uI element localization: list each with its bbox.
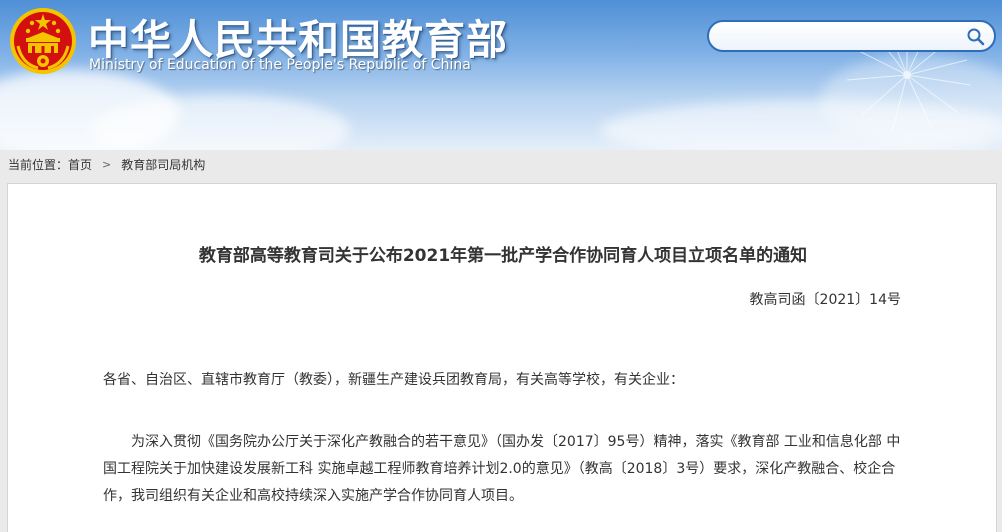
breadcrumb: 当前位置： 首页 > 教育部司局机构 (8, 155, 205, 173)
breadcrumb-separator: > (102, 157, 112, 171)
search-input[interactable] (721, 27, 961, 47)
national-emblem-icon (10, 8, 76, 74)
site-header: 中华人民共和国教育部 Ministry of Education of the … (0, 0, 1002, 150)
article-title: 教育部高等教育司关于公布2021年第一批产学合作协同育人项目立项名单的通知 (198, 246, 808, 266)
article-paragraph: 各省、自治区、直辖市教育厅（教委），新疆生产建设兵团教育局，有关高等学校，有关企… (103, 372, 684, 388)
article-paragraph: 为深入贯彻《国务院办公厅关于深化产教融合的若干意见》（国办发〔2017〕95号）… (103, 434, 901, 504)
breadcrumb-home-link[interactable]: 首页 (68, 156, 92, 173)
breadcrumb-department-link[interactable]: 教育部司局机构 (121, 156, 205, 173)
search-box (707, 20, 996, 52)
search-icon[interactable] (966, 27, 986, 47)
article-panel: 教育部高等教育司关于公布2021年第一批产学合作协同育人项目立项名单的通知 教高… (7, 183, 997, 532)
breadcrumb-prefix: 当前位置： (8, 157, 69, 172)
site-subtitle: Ministry of Education of the People's Re… (89, 57, 471, 73)
document-number: 教高司函〔2021〕14号 (749, 292, 901, 308)
